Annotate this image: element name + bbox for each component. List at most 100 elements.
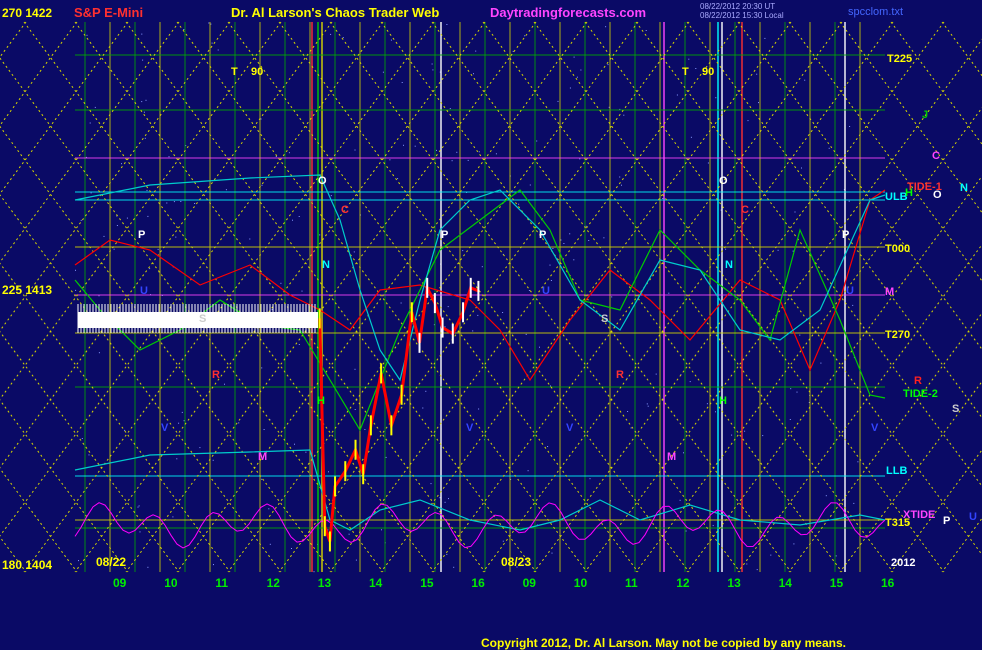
wave-line: [74, 189, 886, 382]
star-dot: [305, 451, 307, 453]
diagonal-grid-line: [0, 262, 231, 573]
chart-marker: H: [317, 395, 325, 407]
site-link[interactable]: Daytradingforecasts.com: [490, 5, 646, 20]
star-dot: [456, 151, 458, 153]
hour-tick-label: 14: [779, 576, 793, 590]
star-dot: [502, 312, 504, 313]
star-dot: [619, 176, 621, 178]
hour-tick-label: 14: [369, 576, 383, 590]
star-dot: [630, 427, 632, 429]
symbol-title: S&P E-Mini: [74, 5, 143, 20]
star-dot: [401, 82, 403, 83]
star-dot: [758, 102, 759, 104]
star-dot: [80, 219, 82, 221]
right-label: TIDE-2: [903, 388, 938, 400]
star-dot: [623, 114, 625, 116]
wave-line: [74, 502, 886, 549]
diagonal-grid-line: [0, 467, 78, 573]
star-dot: [157, 248, 159, 250]
chart-marker: U: [140, 285, 148, 297]
wave-line: [74, 174, 886, 382]
hour-tick-label: 15: [830, 576, 844, 590]
diagonal-grid-line: [482, 21, 894, 573]
star-dot: [551, 552, 553, 554]
star-dot: [539, 346, 540, 348]
star-dot: [560, 239, 562, 241]
planet-label: P: [943, 515, 950, 527]
diagonal-grid-line: [941, 517, 982, 573]
chart-marker: 90: [702, 66, 714, 78]
hour-tick-label: 09: [113, 576, 127, 590]
star-dot: [121, 163, 122, 165]
star-dot: [621, 184, 622, 186]
star-dot: [261, 367, 263, 369]
chart-marker: R: [212, 369, 220, 381]
star-dot: [291, 548, 292, 549]
star-dot: [849, 126, 851, 127]
star-dot: [147, 566, 149, 568]
star-dot: [213, 564, 214, 566]
star-dot: [690, 136, 692, 138]
star-dot: [518, 203, 520, 205]
diagonal-grid-line: [125, 21, 537, 573]
star-dot: [183, 420, 185, 422]
wave-line: [74, 449, 886, 531]
diagonal-grid-line: [278, 21, 690, 573]
right-label: 2012: [891, 557, 915, 569]
star-dot: [389, 159, 391, 161]
star-dot: [298, 344, 300, 345]
page-title: Dr. Al Larson's Chaos Trader Web: [231, 5, 439, 20]
planet-label: U: [969, 511, 977, 523]
star-dot: [676, 94, 678, 96]
y-label-mid: 225 1413: [2, 283, 52, 297]
star-dot: [647, 405, 649, 407]
diagonal-grid-line: [380, 21, 792, 573]
hour-tick-label: 16: [471, 576, 485, 590]
star-dot: [124, 429, 126, 431]
star-dot: [98, 352, 100, 354]
star-dot: [528, 290, 530, 291]
star-dot: [89, 122, 91, 124]
chart-marker: P: [138, 229, 145, 241]
star-dot: [706, 403, 708, 405]
price-bars: [77, 277, 480, 552]
star-dot: [224, 383, 225, 385]
diagonal-grid-line: [431, 21, 843, 573]
star-dot: [495, 153, 497, 155]
star-dot: [695, 68, 697, 69]
star-dot: [801, 167, 802, 169]
diagonal-grid-line: [278, 21, 690, 573]
star-dot: [478, 408, 480, 410]
star-dot: [75, 289, 77, 291]
star-dot: [796, 391, 798, 393]
star-dot: [789, 419, 791, 420]
star-dot: [449, 108, 451, 110]
star-dot: [589, 478, 591, 480]
star-dot: [269, 543, 271, 545]
star-dot: [348, 533, 350, 535]
diagonal-grid-line: [380, 21, 792, 573]
grid-lines: [0, 21, 982, 573]
star-dot: [328, 471, 329, 473]
diagonal-grid-line: [482, 21, 894, 573]
star-dot: [103, 235, 105, 237]
star-dot: [462, 250, 464, 252]
star-dot: [475, 50, 477, 52]
star-dot: [261, 184, 263, 186]
star-dot: [166, 202, 168, 204]
star-dot: [292, 219, 293, 221]
right-label: T315: [885, 517, 910, 529]
diagonal-grid-line: [890, 21, 982, 145]
star-dot: [78, 560, 79, 562]
star-dot: [448, 498, 449, 500]
star-dot: [319, 234, 321, 236]
star-dot: [275, 156, 277, 157]
star-dot: [238, 422, 240, 424]
star-dot: [181, 411, 183, 413]
star-dot: [746, 563, 748, 565]
star-dot: [138, 505, 140, 507]
star-dot: [137, 506, 139, 508]
chart-marker: V: [566, 422, 574, 434]
star-dot: [211, 42, 213, 44]
star-dot: [790, 388, 792, 390]
